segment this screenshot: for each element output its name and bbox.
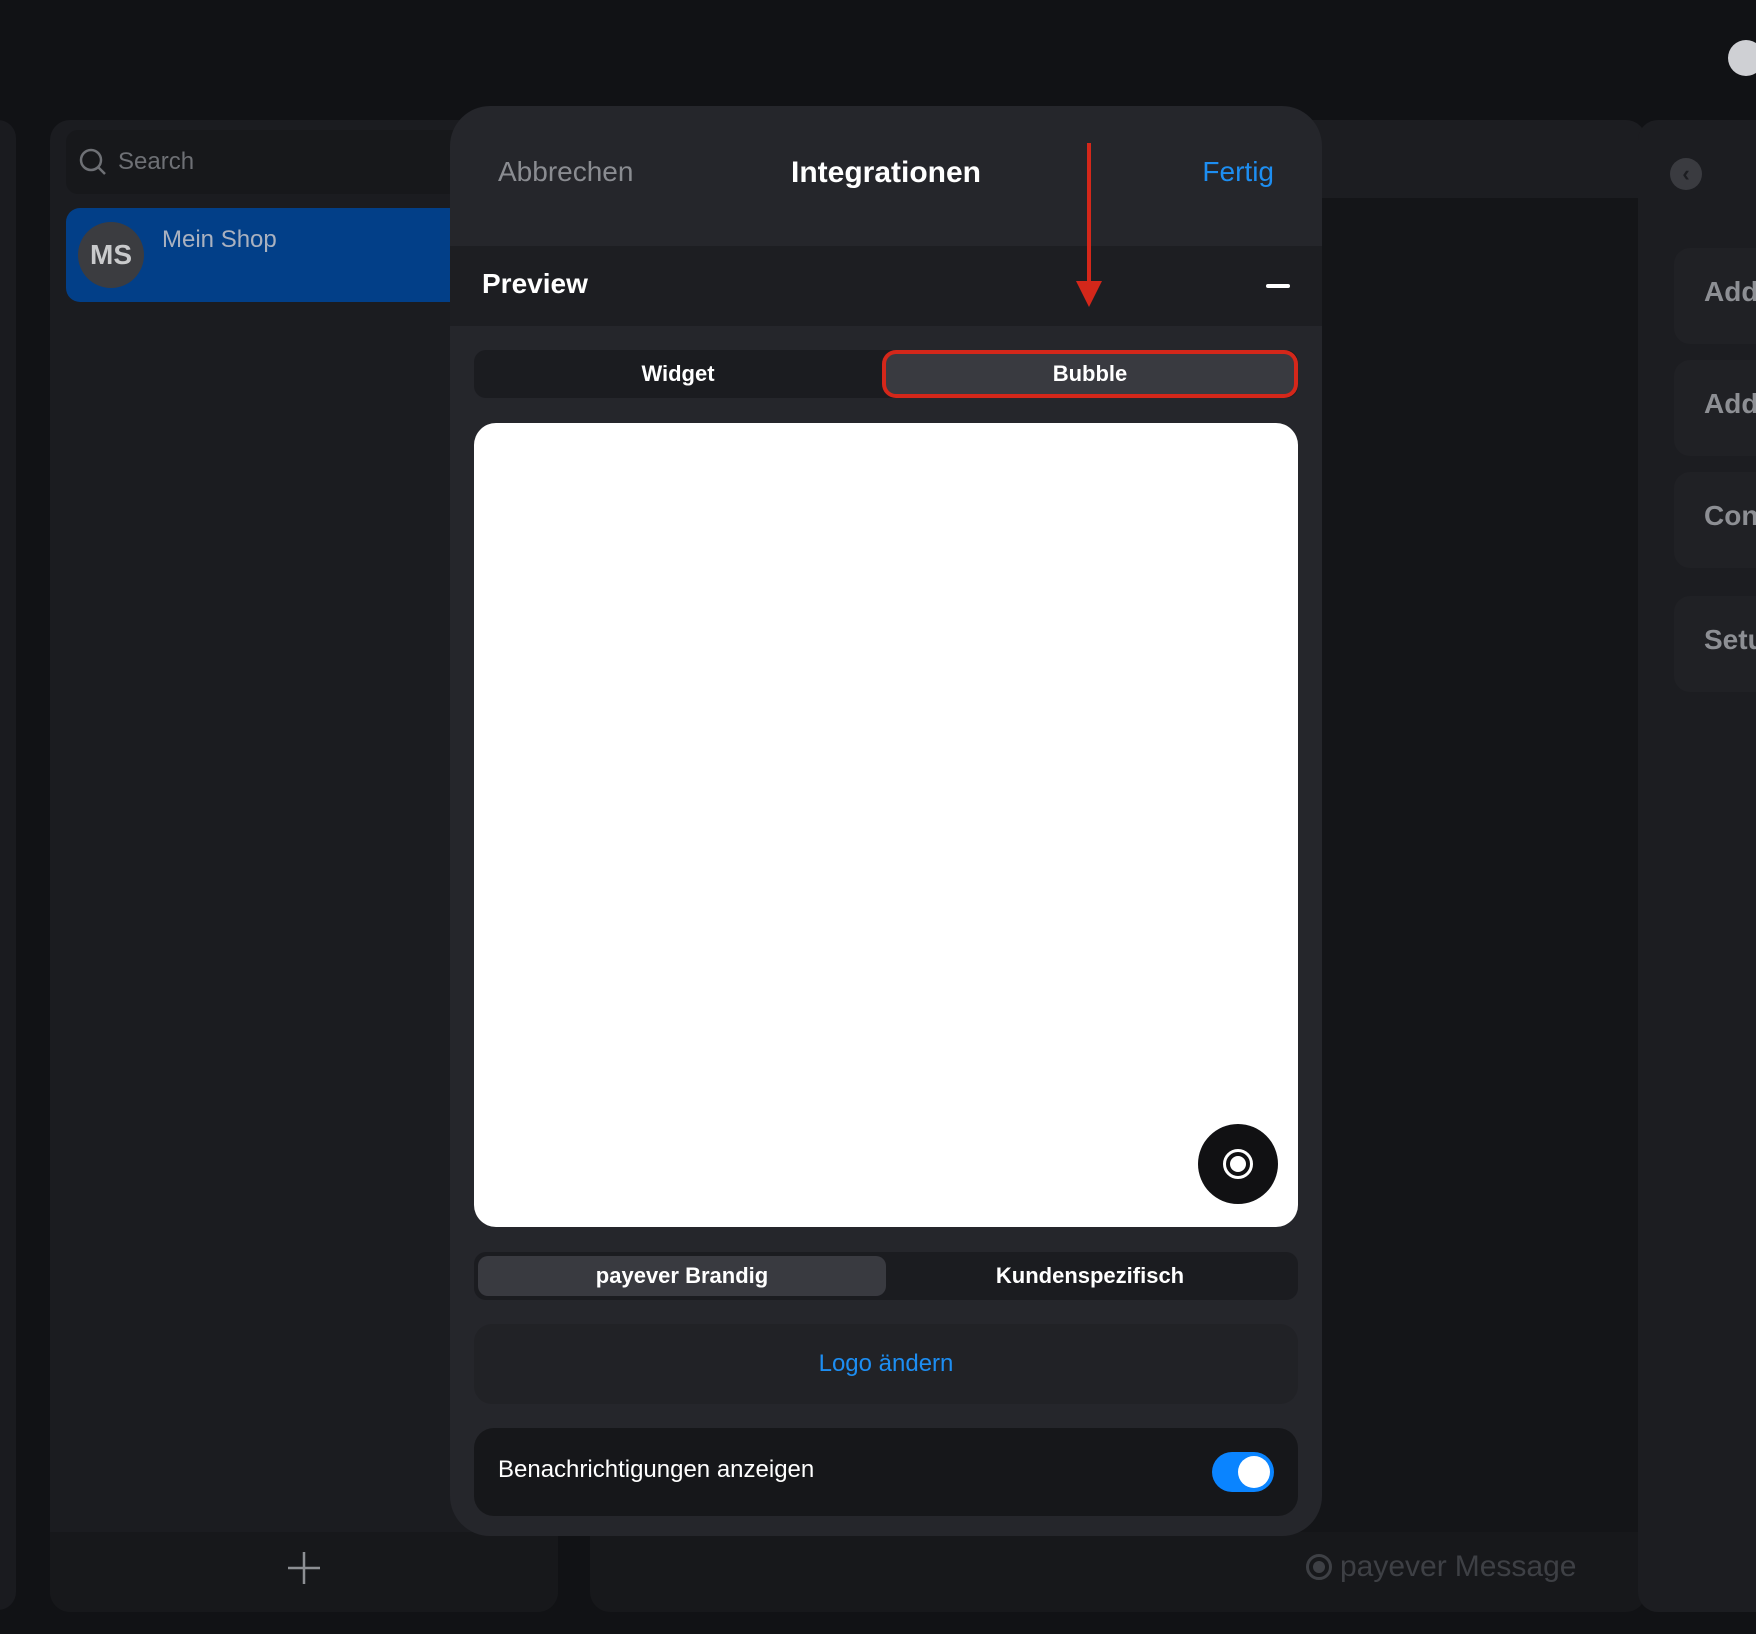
- annotation-arrow-line: [1087, 143, 1091, 283]
- view-type-switch: Widget Bubble: [474, 350, 1298, 398]
- back-icon[interactable]: ‹: [1670, 158, 1702, 190]
- modal-header: Integrationen Abbrechen Fertig: [450, 106, 1322, 246]
- right-card[interactable]: Setu: [1674, 596, 1756, 692]
- right-card[interactable]: Con: [1674, 472, 1756, 568]
- right-panel: ‹ Add Add Con Setu: [1638, 120, 1756, 1612]
- notifications-row: Benachrichtigungen anzeigen: [474, 1428, 1298, 1516]
- left-panel-footer: [50, 1532, 558, 1612]
- integrations-modal: Integrationen Abbrechen Fertig Preview W…: [450, 106, 1322, 1536]
- toggle-knob: [1238, 1456, 1270, 1488]
- search-input[interactable]: Search: [66, 130, 506, 194]
- brand-name: payever: [1340, 1550, 1447, 1583]
- notifications-toggle[interactable]: [1212, 1452, 1274, 1492]
- tab-bubble[interactable]: Bubble: [886, 354, 1294, 394]
- search-icon: [79, 148, 106, 175]
- payever-logo-icon: [1306, 1554, 1332, 1580]
- branding-switch: payever Brandig Kundenspezifisch: [474, 1252, 1298, 1300]
- left-rail: [0, 120, 16, 1610]
- change-logo-button[interactable]: Logo ändern: [474, 1324, 1298, 1404]
- notifications-label: Benachrichtigungen anzeigen: [498, 1456, 815, 1483]
- avatar: MS: [78, 222, 144, 288]
- collapse-icon[interactable]: [1266, 284, 1290, 288]
- search-placeholder: Search: [118, 148, 195, 175]
- preview-section-header[interactable]: Preview: [450, 246, 1322, 326]
- cancel-button[interactable]: Abbrechen: [498, 156, 633, 188]
- brand-product: Message: [1454, 1550, 1577, 1583]
- brand-logo: payever Message: [1306, 1550, 1576, 1584]
- chat-footer: payever Message: [590, 1532, 1646, 1612]
- preview-area: [474, 423, 1298, 1227]
- right-card[interactable]: Add: [1674, 248, 1756, 344]
- tab-custom-branding[interactable]: Kundenspezifisch: [886, 1256, 1294, 1296]
- plus-icon[interactable]: [284, 1548, 324, 1588]
- section-title: Preview: [482, 268, 588, 299]
- tab-widget[interactable]: Widget: [474, 354, 882, 394]
- tab-payever-branding[interactable]: payever Brandig: [478, 1256, 886, 1296]
- right-card[interactable]: Add: [1674, 360, 1756, 456]
- annotation-arrow-head: [1076, 281, 1102, 307]
- done-button[interactable]: Fertig: [1202, 156, 1274, 188]
- shop-name: Mein Shop: [162, 226, 277, 253]
- user-icon[interactable]: [1728, 40, 1756, 76]
- chat-bubble-button[interactable]: [1198, 1124, 1278, 1204]
- bubble-chat-icon: [1223, 1149, 1253, 1179]
